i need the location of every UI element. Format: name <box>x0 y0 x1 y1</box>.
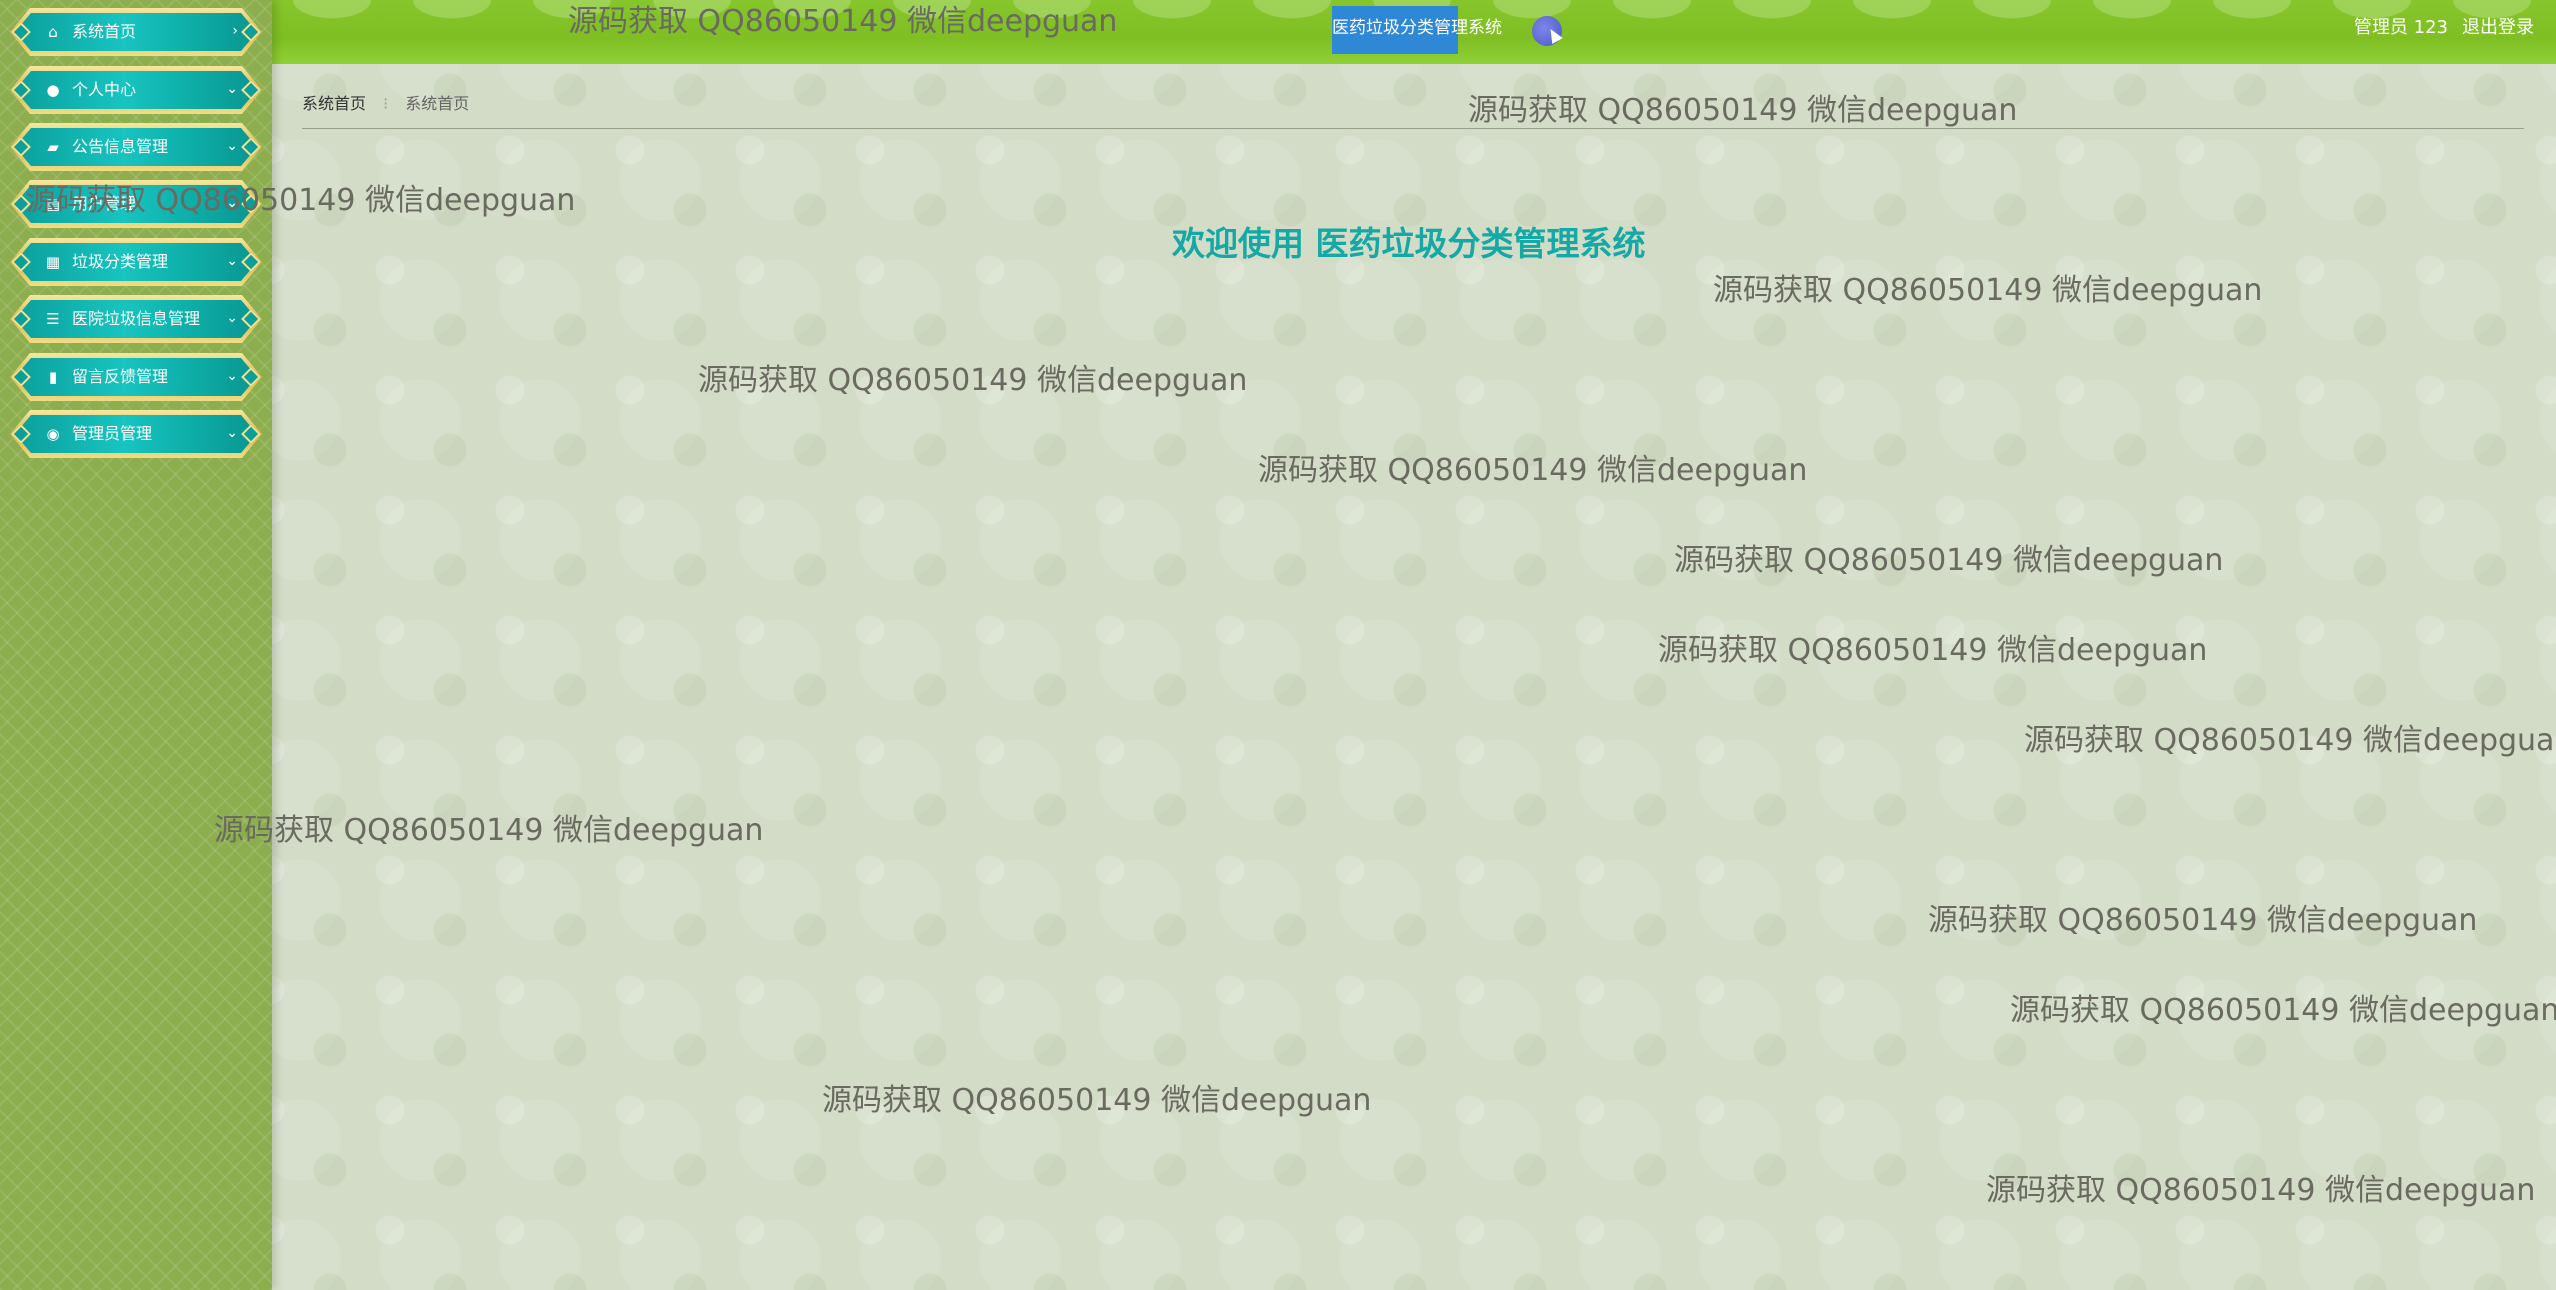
chevron-down-icon: ⌄ <box>226 253 238 269</box>
watermark-text: 源码获取 QQ86050149 微信deepguan <box>1713 273 2263 308</box>
sidebar-item-label: 垃圾分类管理 <box>72 252 169 271</box>
watermark-text: 源码获取 QQ86050149 微信deepguan <box>2024 723 2556 758</box>
watermark-text: 源码获取 QQ86050149 微信deepguan <box>822 1083 1372 1118</box>
sidebar-item-hospital-waste[interactable]: ☰ 医院垃圾信息管理 ⌄ <box>10 295 262 343</box>
watermark-text: 源码获取 QQ86050149 微信deepguan <box>26 183 576 218</box>
chevron-down-icon: ⌄ <box>226 425 238 441</box>
watermark-text: 源码获取 QQ86050149 微信deepguan <box>1928 903 2478 938</box>
sidebar-item-feedback[interactable]: ▮ 留言反馈管理 ⌄ <box>10 353 262 401</box>
sidebar-item-label: 个人中心 <box>72 80 137 99</box>
sidebar-item-label: 医院垃圾信息管理 <box>72 309 201 328</box>
sidebar-item-label: 留言反馈管理 <box>72 367 169 386</box>
chevron-right-icon: › <box>232 23 238 39</box>
watermark-text: 源码获取 QQ86050149 微信deepguan <box>568 4 1118 39</box>
user-icon: ● <box>46 81 60 99</box>
watermark-text: 源码获取 QQ86050149 微信deepguan <box>1258 453 1808 488</box>
watermark-text: 源码获取 QQ86050149 微信deepguan <box>698 363 1248 398</box>
location-icon: ◉ <box>46 425 60 443</box>
sidebar-item-home[interactable]: ⌂ 系统首页 › <box>10 8 262 56</box>
sidebar-item-label: 系统首页 <box>72 22 137 41</box>
breadcrumb-current: 系统首页 <box>405 94 470 113</box>
watermark-text: 源码获取 QQ86050149 微信deepguan <box>1674 543 2224 578</box>
sidebar-item-announcements[interactable]: ▰ 公告信息管理 ⌄ <box>10 123 262 171</box>
list-icon: ☰ <box>46 310 60 328</box>
chevron-down-icon: ⌄ <box>226 368 238 384</box>
watermark-text: 源码获取 QQ86050149 微信deepguan <box>214 813 764 848</box>
bar-chart-icon: ▮ <box>48 368 58 386</box>
chevron-down-icon: ⌄ <box>226 81 238 97</box>
welcome-heading: 欢迎使用 医药垃圾分类管理系统 <box>1172 224 1646 263</box>
home-icon: ⌂ <box>48 23 58 41</box>
breadcrumb-home-link[interactable]: 系统首页 <box>302 94 366 113</box>
logout-link[interactable]: 退出登录 <box>2462 16 2534 40</box>
watermark-text: 源码获取 QQ86050149 微信deepguan <box>1986 1173 2536 1208</box>
breadcrumb-divider <box>302 128 2524 129</box>
grid-icon: ▦ <box>45 253 61 271</box>
chevron-down-icon: ⌄ <box>226 138 238 154</box>
system-title: 医药垃圾分类管理系统 <box>1332 18 1502 38</box>
breadcrumb: 系统首页 ⁝ 系统首页 <box>302 92 469 116</box>
sidebar-item-admins[interactable]: ◉ 管理员管理 ⌄ <box>10 410 262 458</box>
admin-username: 管理员 123 <box>2353 17 2448 38</box>
watermark-text: 源码获取 QQ86050149 微信deepguan <box>2010 993 2556 1028</box>
chevron-down-icon: ⌄ <box>226 310 238 326</box>
sidebar-item-label: 公告信息管理 <box>72 137 169 156</box>
watermark-text: 源码获取 QQ86050149 微信deepguan <box>1468 93 2018 128</box>
watermark-text: 源码获取 QQ86050149 微信deepguan <box>1658 633 2208 668</box>
briefcase-icon: ▰ <box>47 138 59 156</box>
sidebar-item-profile[interactable]: ● 个人中心 ⌄ <box>10 66 262 114</box>
sidebar-item-label: 管理员管理 <box>72 424 153 443</box>
sidebar-item-waste-categories[interactable]: ▦ 垃圾分类管理 ⌄ <box>10 238 262 286</box>
breadcrumb-separator: ⁝ <box>383 94 389 113</box>
